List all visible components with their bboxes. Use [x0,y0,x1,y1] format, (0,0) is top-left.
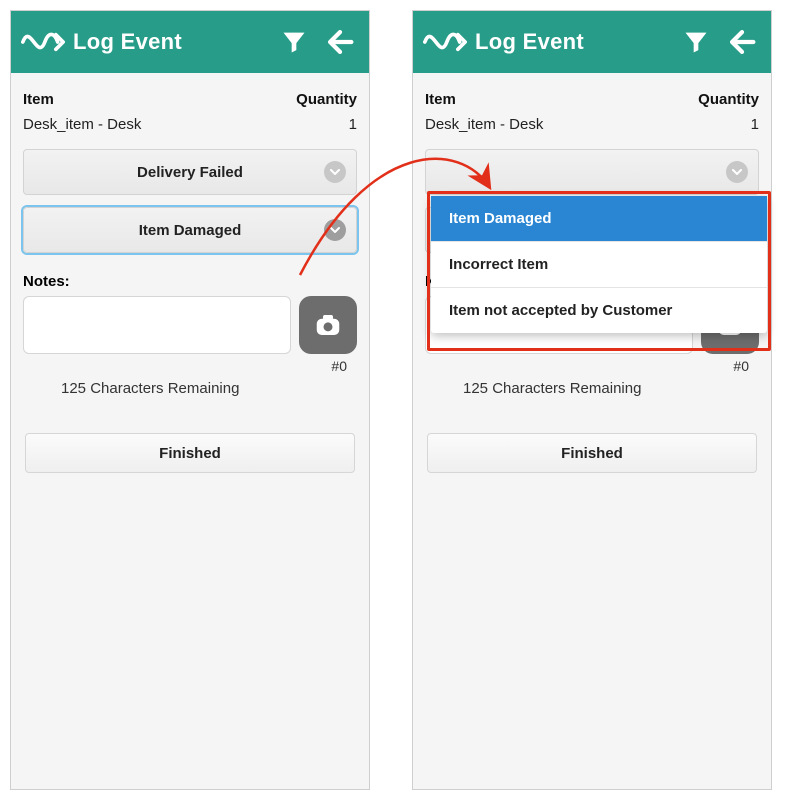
chevron-down-icon [324,219,346,241]
col-quantity: Quantity [698,91,759,108]
photo-count: #0 [17,356,363,374]
notes-label: Notes: [17,259,363,294]
option-label: Item not accepted by Customer [449,302,672,319]
filter-button[interactable] [673,19,719,65]
photo-count: #0 [419,356,765,374]
chevron-down-icon [324,161,346,183]
finished-label: Finished [561,445,623,462]
finished-label: Finished [159,445,221,462]
chars-remaining: 125 Characters Remaining [17,374,363,397]
appbar: Log Event [413,11,771,73]
items-table-row: Desk_item - Desk 1 [17,112,363,143]
back-button[interactable] [719,19,765,65]
appbar: Log Event [11,11,369,73]
dropdown-option[interactable]: Item not accepted by Customer [431,288,767,333]
finished-button[interactable]: Finished [427,433,757,473]
finished-button[interactable]: Finished [25,433,355,473]
item-damaged-select[interactable]: Item Damaged [23,207,357,253]
filter-button[interactable] [271,19,317,65]
items-table-row: Desk_item - Desk 1 [419,112,765,143]
delivery-failed-select[interactable] [425,149,759,195]
delivery-failed-select[interactable]: Delivery Failed [23,149,357,195]
app-logo-icon [21,22,67,62]
dropdown-option[interactable]: Item Damaged [431,196,767,242]
chars-remaining: 125 Characters Remaining [419,374,765,397]
col-item: Item [23,91,54,108]
screen-expanded: Log Event Item Quantity Desk_item - Desk… [412,10,772,790]
items-table-header: Item Quantity [17,83,363,112]
cell-item: Desk_item - Desk [425,116,543,133]
reason-dropdown: Item Damaged Incorrect Item Item not acc… [431,196,767,333]
items-table-header: Item Quantity [419,83,765,112]
cell-item: Desk_item - Desk [23,116,141,133]
select-label: Delivery Failed [137,164,243,181]
col-quantity: Quantity [296,91,357,108]
appbar-title: Log Event [73,29,271,55]
camera-button[interactable] [299,296,357,354]
option-label: Item Damaged [449,210,552,227]
dropdown-option[interactable]: Incorrect Item [431,242,767,288]
option-label: Incorrect Item [449,256,548,273]
cell-qty: 1 [751,116,759,133]
notes-textarea[interactable] [23,296,291,354]
chevron-down-icon [726,161,748,183]
col-item: Item [425,91,456,108]
cell-qty: 1 [349,116,357,133]
appbar-title: Log Event [475,29,673,55]
app-logo-icon [423,22,469,62]
back-button[interactable] [317,19,363,65]
screen-collapsed: Log Event Item Quantity Desk_item - Desk… [10,10,370,790]
select-label: Item Damaged [139,222,242,239]
